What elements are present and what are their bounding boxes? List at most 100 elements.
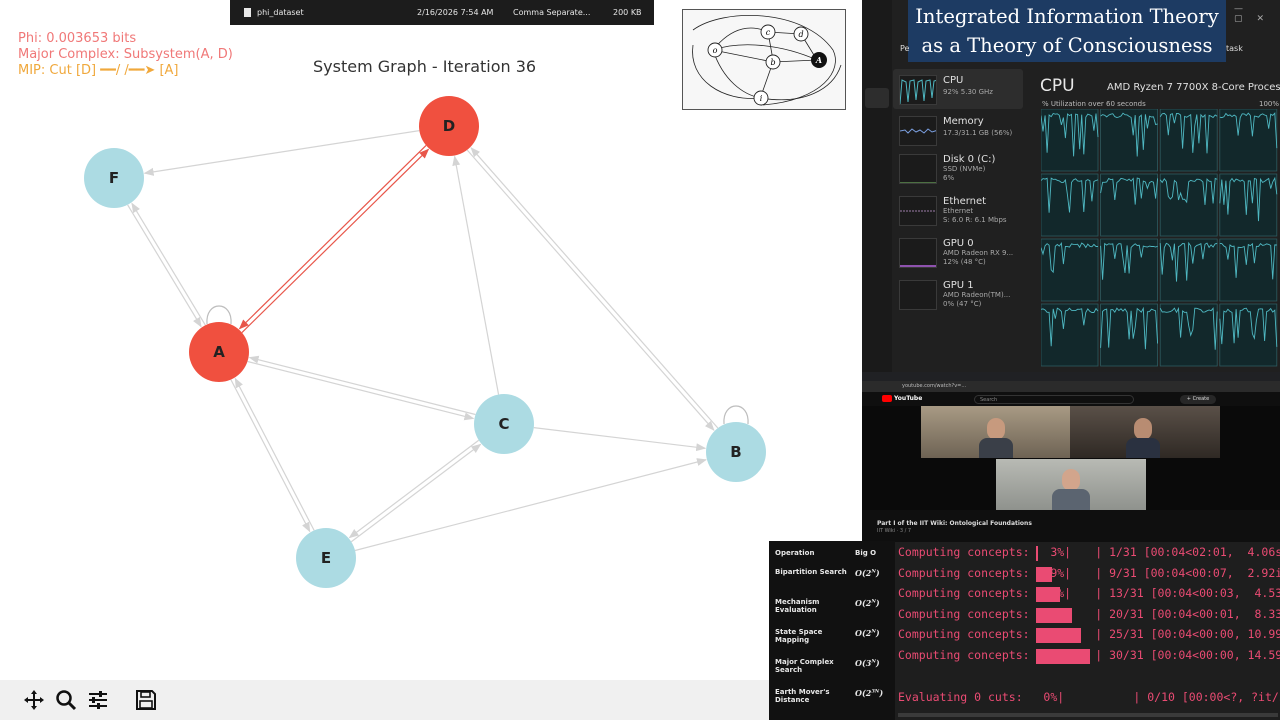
node-B: B [706, 422, 766, 482]
svg-text:c: c [766, 28, 771, 37]
edge-C-A [248, 355, 476, 416]
matplotlib-toolbar [0, 680, 862, 720]
address-bar[interactable]: youtube.com/watch?v=... [862, 381, 1280, 392]
major-complex-text: Major Complex: Subsystem(A, D) [18, 47, 233, 62]
pan-icon[interactable] [20, 686, 48, 714]
ethernet-mini-graph [899, 196, 937, 226]
resource-memory[interactable]: Memory 17.3/31.1 GB (56%) [893, 110, 1023, 150]
file-name: phi_dataset [257, 8, 304, 17]
mip-text: MIP: Cut [D] ━━/ /━━➤ [A] [18, 63, 179, 78]
node-E: E [296, 528, 356, 588]
edge-A-E [230, 379, 311, 533]
resource-detail: Ethernet [943, 207, 974, 215]
resource-name: Memory [943, 116, 984, 127]
resource-cpu[interactable]: CPU 92% 5.30 GHz [893, 69, 1023, 109]
header-operation: Operation [775, 549, 815, 557]
complexity-value: O(23N) [855, 688, 884, 698]
participant-video-1 [921, 406, 1071, 458]
svg-text:i: i [760, 94, 763, 103]
resource-ethernet[interactable]: Ethernet Ethernet S: 6.0 R: 6.1 Mbps [893, 190, 1023, 230]
edge-A-C [247, 360, 475, 421]
video-title[interactable]: Part I of the IIT Wiki: Ontological Foun… [877, 520, 1032, 527]
resource-gpu0[interactable]: GPU 0 AMD Radeon RX 9... 12% (48 °C) [893, 232, 1023, 272]
complexity-table: Operation Big O Bipartition Search O(2N) M… [769, 541, 895, 720]
zoom-icon[interactable] [52, 686, 80, 714]
resource-name: Ethernet [943, 196, 987, 207]
youtube-logo-text[interactable]: YouTube [894, 395, 922, 402]
resource-detail: 92% 5.30 GHz [943, 88, 993, 96]
node-D: D [419, 96, 479, 156]
complexity-value: O(2N) [855, 598, 880, 608]
close-icon[interactable]: ✕ [1257, 14, 1279, 24]
minimize-icon[interactable]: — [1234, 4, 1257, 14]
sidebar-nav-item[interactable] [865, 88, 889, 108]
graph-title: System Graph - Iteration 36 [313, 57, 537, 76]
resource-disk[interactable]: Disk 0 (C:) SSD (NVMe) 6% [893, 148, 1023, 188]
node-A: A [189, 322, 249, 382]
file-icon [244, 8, 251, 17]
phi-value-text: Phi: 0.003653 bits [18, 31, 137, 46]
browser-tab-bar[interactable] [862, 372, 1280, 381]
cpu-core-graph [1159, 303, 1218, 367]
cpu-util-max: 100% [1259, 100, 1280, 108]
progress-line-stats: | 9/31 [00:04<00:07, 2.92it/s] [1095, 565, 1280, 580]
svg-text:d: d [798, 30, 803, 39]
cpu-heading: CPU [1040, 76, 1075, 96]
operation-name: Bipartition Search [775, 568, 847, 576]
create-button[interactable]: + Create [1180, 395, 1216, 404]
node-label: A [213, 343, 225, 361]
gpu0-mini-graph [899, 238, 937, 268]
resource-name: GPU 1 [943, 280, 974, 291]
configure-subplots-icon[interactable] [84, 686, 112, 714]
progress-line-stats: | 30/31 [00:04<00:00, 14.59it/s] [1095, 647, 1280, 662]
header-big-o: Big O [855, 549, 877, 557]
cpu-core-graph [1041, 109, 1099, 172]
youtube-logo-icon[interactable] [882, 395, 892, 402]
cpu-model: AMD Ryzen 7 7700X 8-Core Processor [1107, 82, 1280, 93]
iit-title-line-2: as a Theory of Consciousness [921, 34, 1213, 57]
file-size: 200 KB [613, 8, 642, 17]
resource-detail: AMD Radeon RX 9... [943, 249, 1014, 257]
tm-header-right: task [1226, 44, 1243, 53]
node-label: E [321, 549, 331, 567]
svg-text:A: A [815, 55, 822, 65]
cpu-util-label: % Utilization over 60 seconds [1042, 100, 1146, 108]
window-controls[interactable]: —▢✕ [1234, 4, 1280, 24]
resource-name: GPU 0 [943, 238, 974, 249]
terminal-scrollbar[interactable] [898, 713, 1278, 717]
operation-name: Mechanism Evaluation [775, 598, 820, 614]
edge-C-D [452, 155, 500, 395]
operation-name: State Space Mapping [775, 628, 823, 644]
video-player[interactable] [862, 406, 1280, 510]
file-type: Comma Separate... [513, 8, 591, 17]
svg-text:b: b [770, 58, 775, 67]
disk-mini-graph [899, 154, 937, 184]
resource-detail: SSD (NVMe) [943, 165, 986, 173]
complexity-value: O(3N) [855, 658, 880, 668]
resource-gpu1[interactable]: GPU 1 AMD Radeon(TM)... 0% (47 °C) [893, 274, 1023, 314]
tm-header-left: Pe [900, 44, 910, 53]
edge-A-F [131, 202, 206, 326]
resource-name: CPU [943, 75, 964, 86]
complexity-value: O(2N) [855, 568, 880, 578]
edge-D-A [238, 145, 427, 330]
youtube-search-input[interactable]: Search [974, 395, 1134, 404]
edge-E-B [354, 458, 707, 552]
progress-line-stats: | 13/31 [00:04<00:03, 4.53it/s] [1095, 586, 1280, 600]
memory-mini-graph [899, 116, 937, 146]
svg-text:o: o [713, 46, 718, 55]
operation-name: Major Complex Search [775, 658, 834, 674]
maximize-icon[interactable]: ▢ [1234, 14, 1257, 24]
browser-window: youtube.com/watch?v=... YouTube Search +… [862, 372, 1280, 542]
resource-detail-2: 12% (48 °C) [943, 258, 986, 266]
edge-A-D [241, 148, 430, 333]
save-icon[interactable] [132, 686, 160, 714]
edge-C-B [533, 426, 707, 452]
file-explorer-row[interactable]: phi_dataset 2/16/2026 7:54 AM Comma Sepa… [230, 0, 654, 25]
cpu-mini-graph [899, 75, 937, 105]
youtube-header: YouTube Search + Create [862, 392, 1280, 406]
evaluating-cuts-line: Evaluating 0 cuts: 0%| | 0/10 [00:00<?, … [898, 690, 1280, 704]
progress-line-stats: | 25/31 [00:04<00:00, 10.99it/s] [1095, 627, 1280, 641]
operation-name: Earth Mover's Distance [775, 688, 830, 704]
cpu-core-graphs [1041, 109, 1278, 367]
